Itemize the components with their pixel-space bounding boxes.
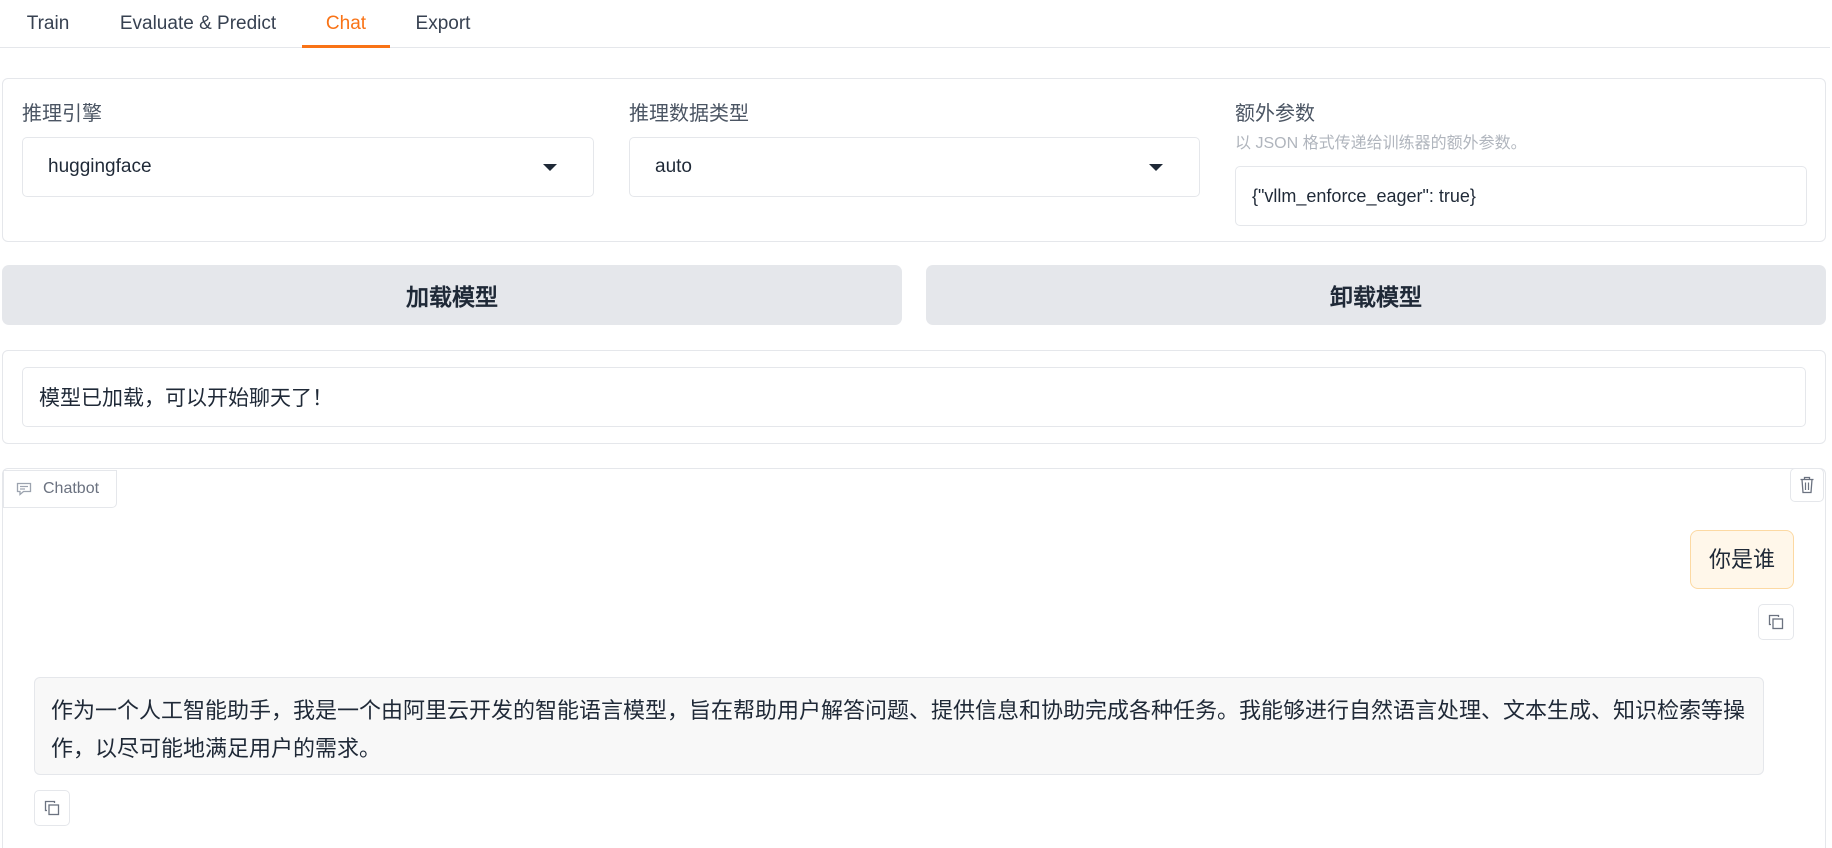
copy-assistant-message-button[interactable] — [34, 790, 70, 826]
status-panel: 模型已加载，可以开始聊天了！ — [2, 350, 1826, 444]
tab-evaluate-predict[interactable]: Evaluate & Predict — [104, 0, 292, 48]
infer-backend-label: 推理引擎 — [22, 103, 102, 125]
unload-model-button[interactable]: 卸载模型 — [926, 265, 1826, 325]
extra-args-label: 额外参数 — [1235, 103, 1315, 125]
status-output[interactable]: 模型已加载，可以开始聊天了！ — [22, 367, 1806, 427]
load-model-button[interactable]: 加载模型 — [2, 265, 902, 325]
assistant-message-text: 作为一个人工智能助手，我是一个由阿里云开发的智能语言模型，旨在帮助用户解答问题、… — [51, 698, 1746, 761]
copy-icon — [44, 800, 60, 816]
extra-args-value: {"vllm_enforce_eager": true} — [1252, 185, 1476, 206]
chat-bubble-icon — [16, 482, 32, 496]
user-message: 你是谁 — [1690, 530, 1794, 589]
user-message-text: 你是谁 — [1708, 546, 1775, 572]
settings-panel: 推理引擎 huggingface 推理数据类型 auto 额外参数 以 JSON… — [2, 78, 1826, 242]
chatbot-panel — [2, 468, 1826, 848]
extra-args-input[interactable]: {"vllm_enforce_eager": true} — [1235, 166, 1807, 226]
status-text: 模型已加载，可以开始聊天了！ — [39, 387, 333, 410]
chatbot-label: Chatbot — [43, 480, 100, 497]
copy-user-message-button[interactable] — [1758, 604, 1794, 640]
chatbot-label-chip: Chatbot — [3, 470, 117, 508]
tab-train[interactable]: Train — [12, 0, 84, 48]
infer-dtype-select[interactable]: auto — [629, 137, 1200, 197]
extra-args-info: 以 JSON 格式传递给训练器的额外参数。 — [1235, 135, 1527, 152]
tab-bar: Train Evaluate & Predict Chat Export — [0, 0, 1830, 48]
clear-chat-button[interactable] — [1790, 468, 1824, 502]
tab-chat[interactable]: Chat — [302, 0, 390, 48]
chevron-down-icon — [1149, 164, 1163, 171]
infer-backend-select[interactable]: huggingface — [22, 137, 594, 197]
infer-dtype-label: 推理数据类型 — [629, 103, 749, 125]
infer-backend-value: huggingface — [48, 156, 152, 177]
infer-dtype-value: auto — [655, 156, 692, 177]
assistant-message: 作为一个人工智能助手，我是一个由阿里云开发的智能语言模型，旨在帮助用户解答问题、… — [34, 677, 1764, 775]
chevron-down-icon — [543, 164, 557, 171]
trash-icon — [1800, 476, 1814, 494]
copy-icon — [1768, 614, 1784, 630]
tab-export[interactable]: Export — [402, 0, 484, 48]
